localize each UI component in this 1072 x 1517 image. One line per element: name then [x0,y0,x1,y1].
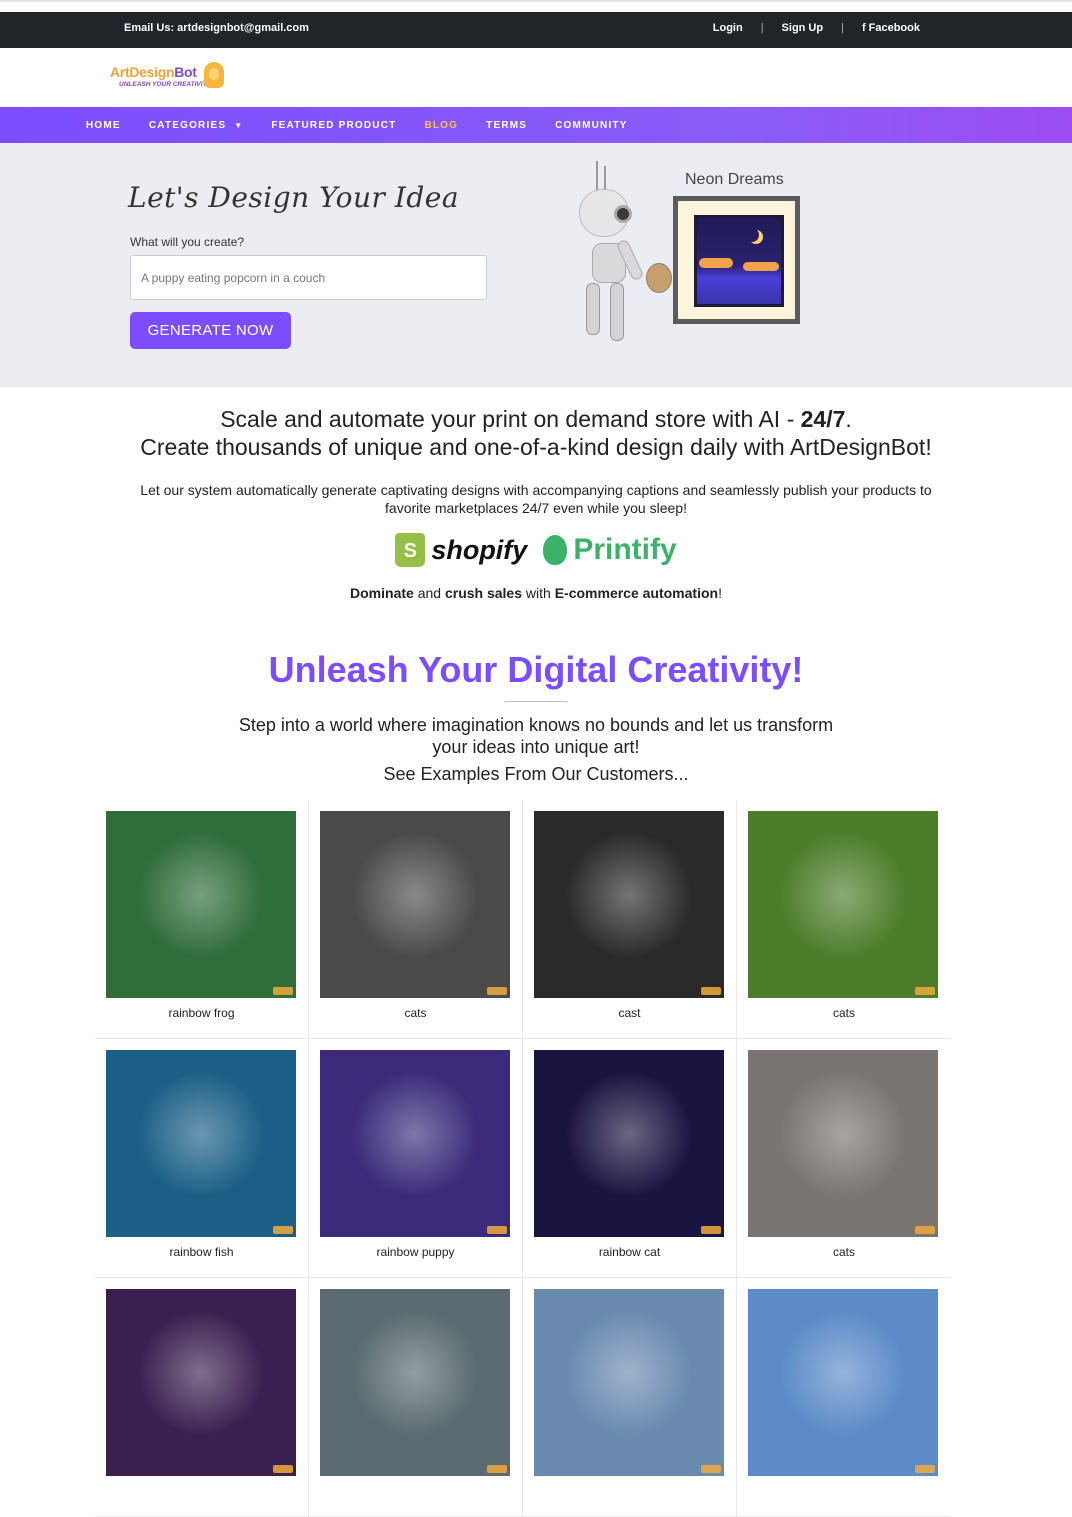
gallery-image[interactable] [748,811,938,998]
gallery-image[interactable] [320,1289,510,1476]
watermark-logo [487,1226,507,1234]
watermark-logo [915,987,935,995]
watermark-logo [915,1226,935,1234]
gallery-item[interactable]: rainbow frog [95,800,309,1039]
watermark-logo [701,987,721,995]
prompt-input[interactable] [130,255,487,300]
gallery-item[interactable]: rainbow puppy [309,1039,523,1278]
moon-icon [745,228,759,242]
gallery-item[interactable]: cats [737,1039,951,1278]
gallery-image[interactable] [320,811,510,998]
hero-section: Let's Design Your Idea What will you cre… [0,143,1072,387]
gallery-image[interactable] [106,1050,296,1237]
contact-email: Email Us: artdesignbot@gmail.com [124,22,309,34]
divider [505,701,567,702]
signup-link[interactable]: Sign Up [782,22,824,34]
main-nav: HOME CATEGORIES ▼ FEATURED PRODUCT BLOG T… [0,107,1072,143]
gallery-item[interactable]: cats [737,800,951,1039]
gallery-image[interactable] [534,1050,724,1237]
palette-icon [646,263,672,293]
facebook-icon: f [861,22,866,34]
watermark-logo [487,1465,507,1473]
gallery-caption: rainbow puppy [376,1245,455,1259]
nav-home[interactable]: HOME [86,120,121,131]
site-logo[interactable]: ArtDesignBot UNLEASH YOUR CREATIVITY [110,62,226,96]
gallery-caption: rainbow frog [168,1006,235,1020]
prompt-label: What will you create? [130,235,245,249]
separator: | [841,22,844,34]
nav-featured-product[interactable]: FEATURED PRODUCT [271,120,396,131]
hero-title: Let's Design Your Idea [128,181,460,214]
gallery-image[interactable] [534,1289,724,1476]
gallery-image[interactable] [534,811,724,998]
robot-illustration [574,161,674,351]
gallery-image[interactable] [748,1050,938,1237]
gallery-image[interactable] [106,811,296,998]
gallery-caption: cats [832,1006,855,1020]
watermark-logo [487,987,507,995]
main-headline: Scale and automate your print on demand … [140,406,932,460]
tagline: Dominate and crush sales with E-commerce… [350,585,722,601]
separator: | [760,22,764,34]
facebook-label: Facebook [868,22,920,34]
watermark-logo [701,1226,721,1234]
gallery-caption: cats [832,1245,855,1259]
gallery-item[interactable]: cats [309,800,523,1039]
facebook-link[interactable]: f Facebook [862,22,920,34]
section-title: Unleash Your Digital Creativity! [268,649,804,690]
top-bar: Email Us: artdesignbot@gmail.com Login |… [0,12,1072,48]
nav-blog[interactable]: BLOG [424,120,458,131]
gallery-caption: cats [404,1006,427,1020]
gallery-grid: rainbow frog cats cast cats rainbow fish rain… [95,800,951,1517]
logo-tagline: UNLEASH YOUR CREATIVITY [119,81,211,88]
logo-text: ArtDesignBot [110,64,197,80]
artwork-title: Neon Dreams [685,171,784,188]
framed-artwork [673,196,800,324]
gallery-item[interactable]: rainbow fish [95,1039,309,1278]
watermark-logo [701,1465,721,1473]
gallery-caption: rainbow fish [169,1245,234,1259]
examples-heading: See Examples From Our Customers... [383,764,689,784]
login-link[interactable]: Login [713,22,743,34]
gallery-item[interactable] [309,1278,523,1517]
gallery-image[interactable] [106,1289,296,1476]
printify-logo: Printify [543,533,677,567]
watermark-logo [273,987,293,995]
nav-categories-label: CATEGORIES [148,119,227,131]
partner-logos: Sshopify Printify [0,533,1072,567]
gallery-item[interactable] [737,1278,951,1517]
gallery-item[interactable]: cast [523,800,737,1039]
watermark-logo [915,1465,935,1473]
printify-icon [543,535,568,565]
watermark-logo [273,1465,293,1473]
section-text: Step into a world where imagination know… [238,715,834,757]
gallery-item[interactable] [523,1278,737,1517]
bulb-icon [204,62,224,88]
gallery-item[interactable]: rainbow cat [523,1039,737,1278]
caret-down-icon: ▼ [234,120,244,130]
gallery-image[interactable] [320,1050,510,1237]
nav-terms[interactable]: TERMS [486,120,527,131]
intro-paragraph: Let our system automatically generate ca… [140,482,932,516]
gallery-caption: cast [618,1006,641,1020]
nav-community[interactable]: COMMUNITY [555,120,627,131]
nav-categories[interactable]: CATEGORIES ▼ [149,120,244,131]
gallery-item[interactable] [95,1278,309,1517]
shopify-bag-icon: S [395,533,426,567]
browser-top-edge [0,0,1072,12]
gallery-caption: rainbow cat [598,1245,661,1259]
header: ArtDesignBot UNLEASH YOUR CREATIVITY [0,48,1072,107]
shopify-logo: Sshopify [395,533,527,567]
generate-button[interactable]: GENERATE NOW [130,312,291,349]
top-bar-links: Login | Sign Up | f Facebook [713,22,920,34]
gallery-image[interactable] [748,1289,938,1476]
watermark-logo [273,1226,293,1234]
